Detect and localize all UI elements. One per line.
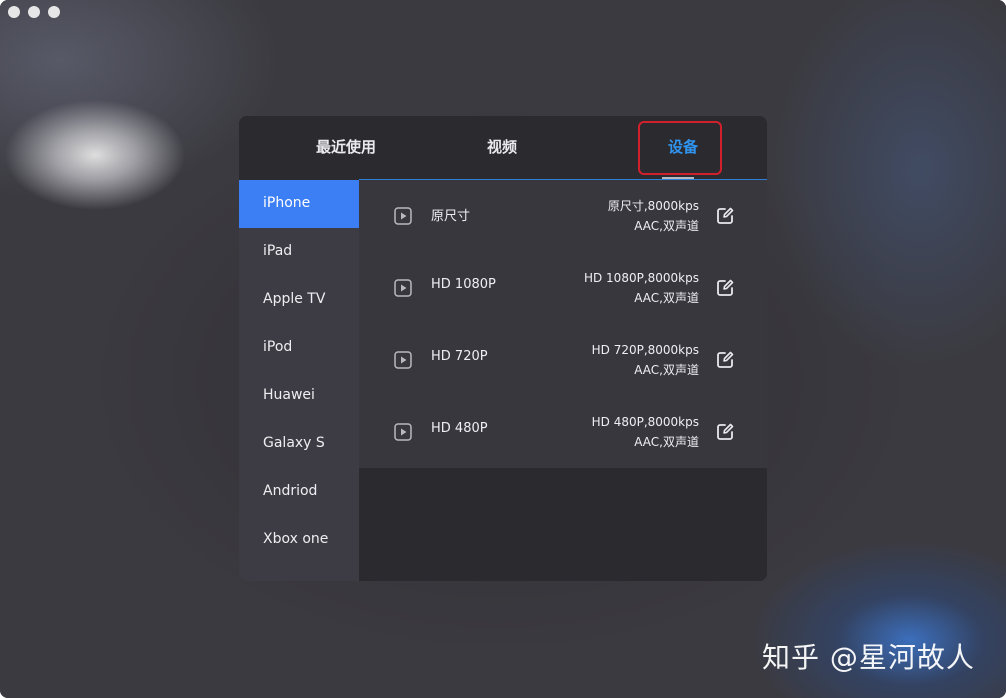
watermark-text: 知乎 @星河故人 — [762, 641, 975, 674]
sidebar-item-xbox-one[interactable]: Xbox one — [239, 516, 359, 564]
edit-icon[interactable] — [715, 206, 735, 226]
preset-spec: HD 720P,8000kps AAC,双声道 — [592, 340, 699, 380]
preset-spec-audio: AAC,双声道 — [634, 363, 699, 377]
preset-spec-video: 原尺寸,8000kps — [607, 199, 699, 213]
edit-icon[interactable] — [715, 350, 735, 370]
sidebar-item-galaxy-s[interactable]: Galaxy S — [239, 420, 359, 468]
preset-spec-audio: AAC,双声道 — [634, 291, 699, 305]
play-icon — [394, 423, 412, 441]
preset-row[interactable]: 原尺寸 原尺寸,8000kps AAC,双声道 — [359, 180, 767, 252]
sidebar-item-ipad[interactable]: iPad — [239, 228, 359, 276]
preset-name: HD 480P — [431, 421, 488, 436]
preset-row[interactable]: HD 480P HD 480P,8000kps AAC,双声道 — [359, 396, 767, 468]
format-panel: 最近使用 视频 设备 iPhone iPad Apple TV iPod Hua… — [239, 116, 767, 581]
edit-icon[interactable] — [715, 422, 735, 442]
preset-row[interactable]: HD 720P HD 720P,8000kps AAC,双声道 — [359, 324, 767, 396]
sidebar-item-huawei[interactable]: Huawei — [239, 372, 359, 420]
zoom-window-button[interactable] — [48, 6, 60, 18]
play-icon — [394, 207, 412, 225]
tab-bar: 最近使用 视频 设备 — [239, 116, 767, 180]
sidebar-item-iphone[interactable]: iPhone — [239, 180, 359, 228]
app-window: 最近使用 视频 设备 iPhone iPad Apple TV iPod Hua… — [0, 0, 1006, 698]
tab-video[interactable]: 视频 — [437, 116, 567, 179]
sidebar-item-ipod[interactable]: iPod — [239, 324, 359, 372]
preset-list: 原尺寸 原尺寸,8000kps AAC,双声道 HD 1080P HD 1080… — [359, 180, 767, 468]
preset-spec: 原尺寸,8000kps AAC,双声道 — [608, 196, 699, 236]
preset-spec-audio: AAC,双声道 — [634, 219, 699, 233]
tab-highlight-box — [638, 121, 722, 175]
preset-spec-video: HD 480P,8000kps — [591, 415, 699, 429]
preset-name: 原尺寸 — [431, 209, 471, 224]
preset-spec: HD 1080P,8000kps AAC,双声道 — [584, 268, 699, 308]
preset-row[interactable]: HD 1080P HD 1080P,8000kps AAC,双声道 — [359, 252, 767, 324]
edit-icon[interactable] — [715, 278, 735, 298]
preset-name: HD 720P — [431, 349, 488, 364]
minimize-window-button[interactable] — [28, 6, 40, 18]
device-sidebar: iPhone iPad Apple TV iPod Huawei Galaxy … — [239, 180, 359, 581]
preset-spec-audio: AAC,双声道 — [634, 435, 699, 449]
play-icon — [394, 351, 412, 369]
preset-spec-video: HD 720P,8000kps — [591, 343, 699, 357]
sidebar-item-andriod[interactable]: Andriod — [239, 468, 359, 516]
close-window-button[interactable] — [8, 6, 20, 18]
preset-name: HD 1080P — [431, 277, 496, 292]
preset-spec-video: HD 1080P,8000kps — [583, 271, 699, 285]
preset-content: 原尺寸 原尺寸,8000kps AAC,双声道 HD 1080P HD 1080… — [359, 180, 767, 581]
window-controls — [8, 6, 60, 18]
tab-recent[interactable]: 最近使用 — [279, 116, 413, 179]
play-icon — [394, 279, 412, 297]
sidebar-item-apple-tv[interactable]: Apple TV — [239, 276, 359, 324]
preset-spec: HD 480P,8000kps AAC,双声道 — [592, 412, 699, 452]
